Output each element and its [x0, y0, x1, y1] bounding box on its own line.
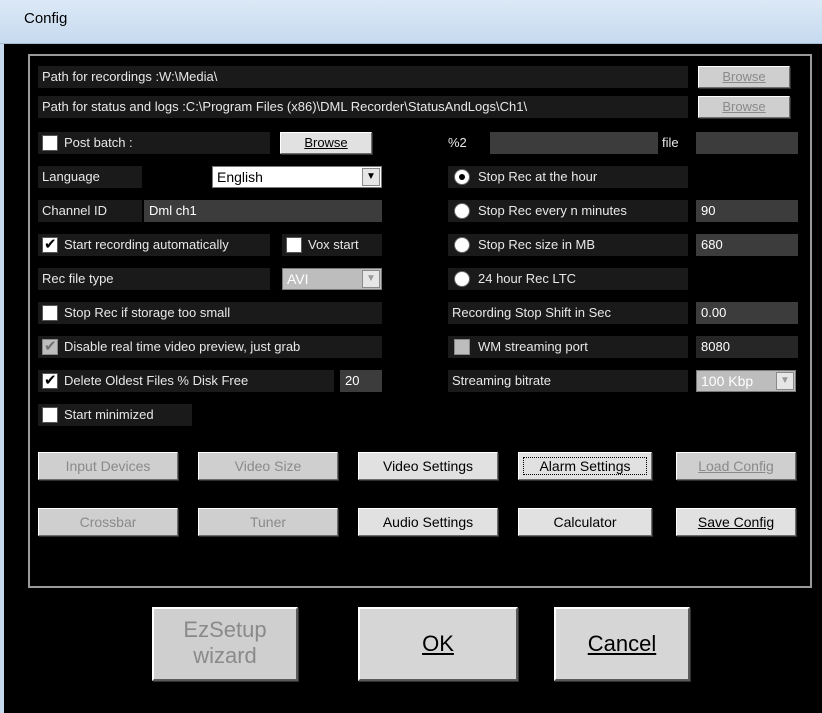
- recordings-path-label: Path for recordings :W:\Media\: [38, 66, 688, 88]
- post-batch-checkbox[interactable]: [42, 135, 58, 151]
- stop-size-label: Stop Rec size in MB: [478, 237, 596, 252]
- audio-settings-button[interactable]: Audio Settings: [358, 508, 498, 536]
- rec-file-type-label: Rec file type: [38, 268, 270, 290]
- video-settings-button[interactable]: Video Settings: [358, 452, 498, 480]
- post-batch-browse-button[interactable]: Browse: [280, 132, 372, 154]
- ok-label: OK: [422, 631, 454, 656]
- pct-input[interactable]: [490, 132, 658, 154]
- post-batch-label: Post batch :: [64, 135, 133, 150]
- wm-streaming-checkbox[interactable]: [454, 339, 470, 355]
- cancel-button[interactable]: Cancel: [554, 607, 690, 681]
- stop-minutes-label: Stop Rec every n minutes: [478, 203, 627, 218]
- browse-recordings-label: Browse: [722, 69, 766, 84]
- wm-streaming-port-input[interactable]: 8080: [696, 336, 798, 358]
- pct-label: %2: [448, 135, 467, 150]
- stop-small-label: Stop Rec if storage too small: [64, 305, 231, 320]
- title-bar[interactable]: Config: [0, 0, 822, 44]
- language-value: English: [217, 169, 263, 185]
- file-label: file: [662, 135, 679, 150]
- load-config-label: Load Config: [698, 458, 774, 474]
- ezsetup-wizard-button[interactable]: EzSetup wizard: [152, 607, 298, 681]
- wm-streaming-label: WM streaming port: [478, 339, 588, 354]
- save-config-button[interactable]: Save Config: [676, 508, 796, 536]
- delete-oldest-label: Delete Oldest Files % Disk Free: [64, 373, 249, 388]
- ltc-label: 24 hour Rec LTC: [478, 271, 577, 286]
- ltc-radio[interactable]: [454, 271, 470, 287]
- save-config-label: Save Config: [697, 514, 775, 530]
- alarm-settings-button[interactable]: Alarm Settings: [518, 452, 652, 480]
- chevron-down-icon[interactable]: ▼: [362, 270, 380, 288]
- stop-size-input[interactable]: 680: [696, 234, 798, 256]
- ok-button[interactable]: OK: [358, 607, 518, 681]
- channel-id-input[interactable]: Dml ch1: [144, 200, 382, 222]
- browse-status-label: Browse: [722, 99, 766, 114]
- load-config-button[interactable]: Load Config: [676, 452, 796, 480]
- rec-file-type-select[interactable]: AVI ▼: [282, 268, 382, 290]
- streaming-bitrate-label: Streaming bitrate: [448, 370, 688, 392]
- file-input[interactable]: [696, 132, 798, 154]
- delete-oldest-input[interactable]: 20: [340, 370, 382, 392]
- stop-size-radio[interactable]: [454, 237, 470, 253]
- status-path-label: Path for status and logs :C:\Program Fil…: [38, 96, 688, 118]
- crossbar-button[interactable]: Crossbar: [38, 508, 178, 536]
- disable-preview-checkbox[interactable]: [42, 337, 58, 355]
- stop-minutes-input[interactable]: 90: [696, 200, 798, 222]
- stop-shift-input[interactable]: 0.00: [696, 302, 798, 324]
- disable-preview-label: Disable real time video preview, just gr…: [64, 339, 301, 354]
- browse-status-button[interactable]: Browse: [698, 96, 790, 118]
- rec-file-type-value: AVI: [287, 271, 309, 287]
- tuner-button[interactable]: Tuner: [198, 508, 338, 536]
- start-minimized-checkbox[interactable]: [42, 407, 58, 423]
- chevron-down-icon[interactable]: ▼: [776, 372, 794, 390]
- start-auto-checkbox[interactable]: [42, 235, 58, 253]
- chevron-down-icon[interactable]: ▼: [362, 168, 380, 186]
- streaming-bitrate-select[interactable]: 100 Kbp ▼: [696, 370, 796, 392]
- stop-small-checkbox[interactable]: [42, 305, 58, 321]
- stop-hour-label: Stop Rec at the hour: [478, 169, 598, 184]
- ezsetup-line2: wizard: [193, 643, 257, 668]
- ezsetup-line1: EzSetup: [183, 617, 267, 642]
- window-title: Config: [24, 10, 68, 27]
- stop-hour-radio[interactable]: [454, 169, 470, 185]
- language-label: Language: [38, 166, 142, 188]
- calculator-button[interactable]: Calculator: [518, 508, 652, 536]
- channel-id-label: Channel ID: [38, 200, 142, 222]
- cancel-label: Cancel: [587, 631, 657, 656]
- stop-shift-label: Recording Stop Shift in Sec: [448, 302, 688, 324]
- streaming-bitrate-value: 100 Kbp: [701, 373, 754, 389]
- vox-start-label: Vox start: [308, 237, 359, 252]
- post-batch-browse-label: Browse: [304, 135, 348, 150]
- start-auto-label: Start recording automatically: [64, 237, 229, 252]
- browse-recordings-button[interactable]: Browse: [698, 66, 790, 88]
- stop-minutes-radio[interactable]: [454, 203, 470, 219]
- input-devices-button[interactable]: Input Devices: [38, 452, 178, 480]
- video-size-button[interactable]: Video Size: [198, 452, 338, 480]
- settings-panel: Path for recordings :W:\Media\ Browse Pa…: [28, 54, 812, 588]
- delete-oldest-checkbox[interactable]: [42, 371, 58, 389]
- start-minimized-label: Start minimized: [64, 407, 154, 422]
- vox-start-checkbox[interactable]: [286, 237, 302, 253]
- language-select[interactable]: English ▼: [212, 166, 382, 188]
